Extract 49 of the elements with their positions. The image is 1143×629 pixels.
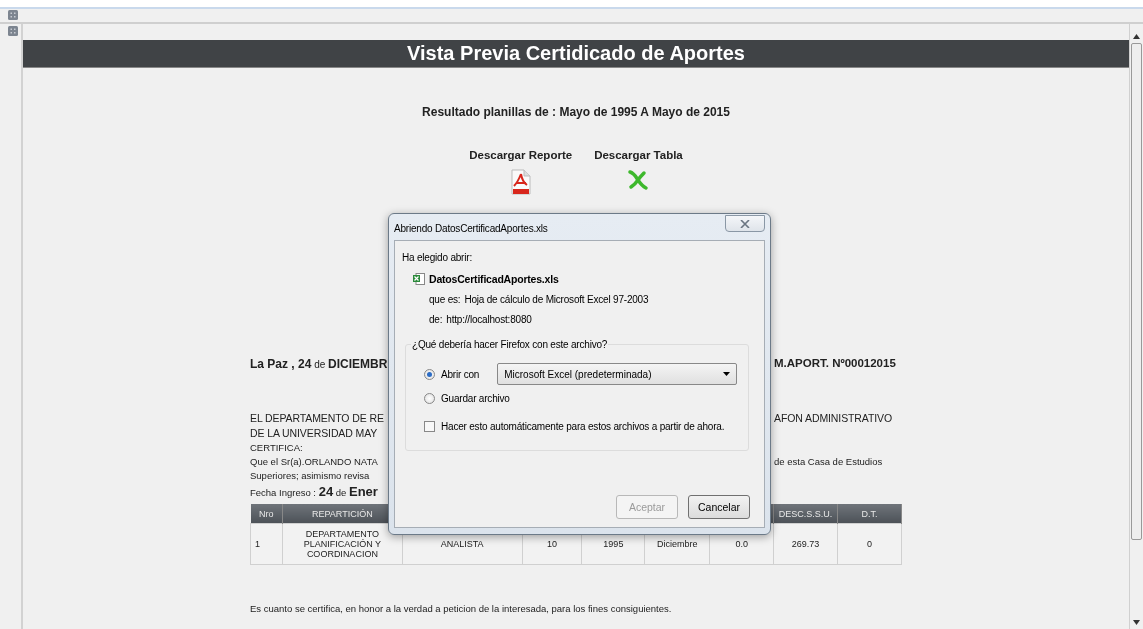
paragraph-line: EL DEPARTAMENTO DE RE <box>250 411 384 426</box>
certificate-number: M.APORT. Nº00012015 <box>774 357 896 371</box>
frame-icon[interactable] <box>8 10 18 20</box>
radio-button[interactable] <box>424 368 435 380</box>
file-name: DatosCertificadAportes.xls <box>429 273 559 285</box>
option-label[interactable]: Hacer esto automáticamente para estos archivos a partir de ahora. <box>441 420 725 432</box>
option-label[interactable]: Abrir con <box>441 368 480 380</box>
paragraph-line: DE LA UNIVERSIDAD MAY <box>250 426 378 441</box>
column-header: D.T. <box>837 504 902 524</box>
cancel-button[interactable]: Cancelar <box>688 495 750 519</box>
field-label: de: <box>429 314 443 325</box>
intro-text: Ha elegido abrir: <box>402 252 473 263</box>
paragraph-line: de esta Casa de Estudios <box>774 455 883 469</box>
field-label: que es: <box>429 294 461 305</box>
close-icon[interactable] <box>740 219 750 228</box>
scroll-up-icon[interactable] <box>1133 34 1140 39</box>
paragraph-line: AFON ADMINISTRATIVO <box>774 411 893 426</box>
spreadsheet-icon[interactable] <box>627 169 650 191</box>
entry-date: Fecha Ingreso : 24 de Ener <box>250 483 378 501</box>
spreadsheet-file-icon <box>413 273 425 285</box>
frame-icon[interactable] <box>8 26 18 36</box>
group-label: ¿Qué debería hacer Firefox con este archivo? <box>411 339 609 350</box>
option-label[interactable]: Guardar archivo <box>441 392 510 404</box>
closing-statement: Es cuanto se certifica, en honor a la verdad a peticion de la interesada, para los fines consiguientes. <box>250 603 673 614</box>
table-cell: 269.73 <box>773 523 838 565</box>
table-cell: DEPARTAMENTO PLANIFICACIÓN Y COORDINACION <box>282 523 403 565</box>
radio-button[interactable] <box>424 392 435 404</box>
page-title: Vista Previa Certidicado de Aportes <box>407 42 745 65</box>
scrollbar[interactable] <box>1129 24 1143 629</box>
download-link[interactable]: Descargar Tabla <box>594 149 683 195</box>
checkbox[interactable] <box>424 420 435 432</box>
table-cell: 0 <box>837 523 902 565</box>
file-type: Hoja de cálculo de Microsoft Excel 97-2003 <box>464 294 649 305</box>
column-header: Nro <box>250 504 283 524</box>
download-link[interactable]: Descargar Reporte <box>469 149 573 195</box>
pdf-file-icon[interactable] <box>510 169 531 195</box>
paragraph-line: CERTIFICA: <box>250 441 303 455</box>
table-cell: 1 <box>250 523 283 565</box>
paragraph-line: Superiores; asimismo revisa <box>250 469 370 483</box>
application-dropdown[interactable]: Microsoft Excel (predeterminada) <box>497 363 738 385</box>
dialog-title: Abriendo DatosCertificadAportes.xls <box>394 223 548 234</box>
place-date-line: La Paz , 24 de DICIEMBR <box>250 357 388 371</box>
result-range: Resultado planillas de : Mayo de 1995 A Mayo de 2015 <box>422 105 730 119</box>
paragraph-line: Que el Sr(a).ORLANDO NATA <box>250 455 378 469</box>
caret-icon[interactable] <box>723 372 731 376</box>
file-source: http://localhost:8080 <box>446 314 532 325</box>
scroll-down-icon[interactable] <box>1133 620 1140 625</box>
close-button[interactable] <box>725 215 765 232</box>
column-header: DESC.S.S.U. <box>773 504 838 524</box>
